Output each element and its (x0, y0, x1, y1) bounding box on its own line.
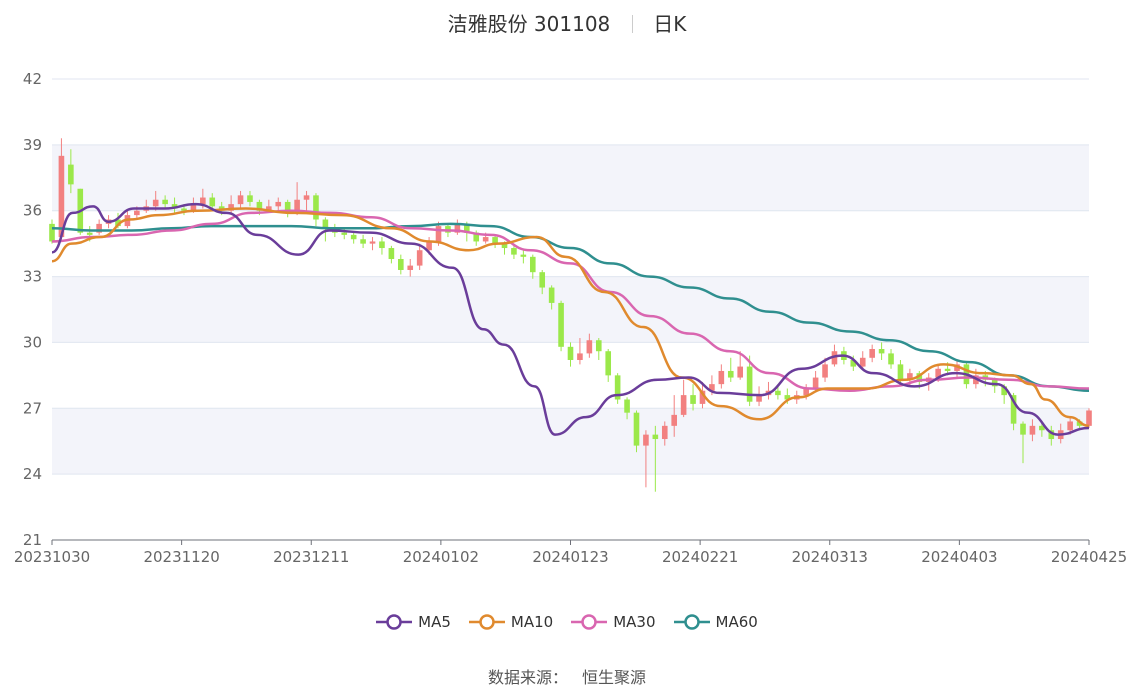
candle-body (209, 197, 216, 207)
y-tick-label: 36 (23, 202, 42, 220)
legend-label-ma60: MA60 (715, 613, 758, 631)
candle-body (567, 346, 574, 360)
candle-body (775, 390, 781, 396)
candle-body (812, 377, 819, 389)
candle-body (737, 366, 743, 378)
x-tick-label: 20231120 (143, 548, 219, 566)
candle-body (529, 256, 536, 273)
plot-band (52, 144, 1089, 211)
x-tick-label: 20240313 (792, 548, 868, 566)
candle-body (643, 434, 649, 446)
candle-body (303, 195, 310, 200)
candle-body (416, 250, 423, 266)
y-tick-label: 24 (23, 465, 42, 483)
candle-body (661, 425, 668, 440)
candle-body (869, 349, 875, 358)
y-tick-label: 21 (23, 531, 42, 549)
source-name: 恒生聚源 (582, 668, 647, 687)
x-tick-label: 20240102 (403, 548, 479, 566)
candle-body (49, 223, 55, 242)
legend-swatch-ma10 (468, 614, 505, 630)
legend-item-ma5[interactable]: MA5 (376, 612, 451, 632)
candle-body (520, 254, 527, 257)
candle-body (888, 353, 894, 365)
candle-body (237, 195, 244, 205)
data-source-footer: 数据来源： 恒生聚源 (0, 664, 1134, 688)
candle-body (482, 237, 489, 242)
candle-body (360, 239, 366, 244)
candle-body (313, 195, 319, 220)
x-tick-label: 20240123 (532, 548, 608, 566)
x-tick-label: 20240221 (662, 548, 738, 566)
y-tick-label: 30 (23, 333, 42, 351)
candle-body (605, 351, 612, 376)
candle-body (1029, 425, 1036, 435)
plot-band (52, 408, 1089, 475)
x-tick-label: 20231030 (14, 548, 90, 566)
candle-body (671, 414, 678, 426)
legend-item-ma10[interactable]: MA10 (468, 612, 554, 632)
candle-body (558, 302, 564, 347)
candle-body (341, 232, 348, 235)
legend-label-ma30: MA30 (613, 613, 656, 631)
x-tick-label: 20231211 (273, 548, 349, 566)
candle-body (86, 232, 93, 235)
candle-body (162, 199, 168, 205)
candle-body (718, 370, 725, 385)
candle-body (859, 357, 866, 367)
candle-body (247, 195, 253, 202)
candle-body (68, 164, 74, 185)
candle-body (680, 395, 687, 415)
candle-body (595, 340, 602, 352)
candle-body (275, 201, 282, 207)
candle-body (822, 364, 828, 378)
candle-body (134, 210, 140, 216)
candle-body (1086, 410, 1092, 426)
candle-body (369, 241, 376, 244)
plot-band (52, 276, 1089, 343)
candle-body (897, 364, 904, 380)
candle-body (511, 248, 517, 255)
candle-body (633, 412, 640, 446)
candle-body (944, 368, 951, 371)
candle-body (388, 248, 395, 260)
candle-body (577, 353, 583, 360)
candle-body (200, 197, 206, 205)
source-label: 数据来源： (487, 668, 568, 687)
candle-body (727, 370, 734, 378)
candle-body (1020, 423, 1026, 435)
y-tick-label: 39 (23, 136, 42, 154)
candle-body (624, 399, 630, 413)
legend-swatch-ma5 (376, 614, 413, 630)
candle-body (398, 259, 404, 270)
legend-swatch-ma30 (571, 614, 608, 630)
candle-body (539, 272, 546, 288)
legend-item-ma60[interactable]: MA60 (673, 612, 758, 632)
legend-label-ma5: MA5 (418, 613, 451, 631)
legend: MA5 MA10 MA30 MA60 (0, 612, 1134, 632)
candlestick-chart: 21 24 27 30 33 36 39 42 20231030 20231120 20231211… (14, 70, 1127, 566)
candle-body (746, 366, 753, 402)
candle-body (548, 287, 555, 303)
candle-body (878, 349, 885, 354)
legend-swatch-ma60 (673, 614, 710, 630)
legend-label-ma10: MA10 (510, 613, 554, 631)
legend-item-ma30[interactable]: MA30 (571, 612, 656, 632)
candle-body (586, 340, 593, 354)
candle-body (407, 265, 414, 270)
candle-body (379, 241, 385, 249)
candle-body (350, 234, 357, 240)
y-tick-label: 33 (23, 268, 42, 286)
candle-body (690, 395, 696, 404)
candle-body (652, 434, 659, 440)
candle-body (1067, 421, 1073, 431)
candle-body (152, 199, 159, 207)
x-tick-label: 20240425 (1051, 548, 1127, 566)
y-tick-label: 42 (23, 70, 42, 88)
x-tick-label: 20240403 (921, 548, 997, 566)
candle-body (435, 226, 442, 242)
y-tick-label: 27 (23, 399, 42, 417)
